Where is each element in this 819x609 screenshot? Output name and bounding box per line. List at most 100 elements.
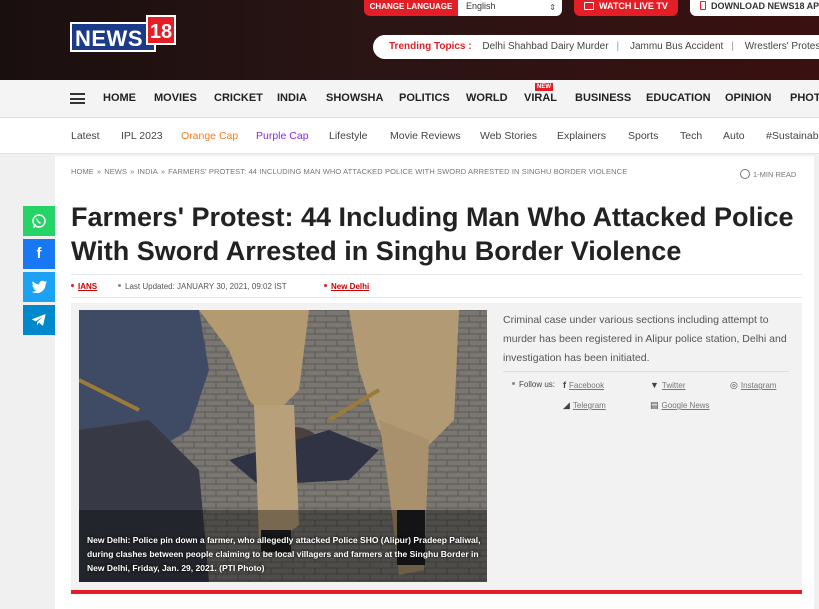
read-time-label: 1-MIN READ [753,170,797,179]
twitter-icon: ▼ [650,380,659,390]
location-name: New Delhi [331,282,370,291]
nav-item-viral-label: VIRAL [524,92,557,104]
breadcrumb: HOME» NEWS» INDIA» FARMERS' PROTEST: 44 INC… [71,167,627,176]
nav-item-world[interactable]: WORLD [466,92,508,104]
follow-us-text: Follow us: [519,380,556,389]
subnav-item-lifestyle[interactable]: Lifestyle [329,130,368,142]
last-updated: Last Updated: JANUARY 30, 2021, 09:02 IS… [118,282,287,291]
last-updated-value: JANUARY 30, 2021, 09:02 IST [177,282,287,291]
nav-item-movies[interactable]: MOVIES [154,92,197,104]
bullet-icon [71,284,74,287]
instagram-label: Instagram [740,381,777,390]
news18-logo[interactable]: NEWS 18 [70,15,176,53]
telegram-label: Telegram [572,401,606,410]
facebook-icon: f [563,380,566,390]
last-updated-label: Last Updated: [125,282,175,291]
trending-topics: Trending Topics : Delhi Shahbad Dairy Mu… [373,35,819,59]
updown-caret-icon: ⇕ [549,3,556,12]
change-language-label: CHANGE LANGUAGE [364,0,458,16]
logo-text: NEWS [70,22,156,52]
breadcrumb-separator: » [96,167,102,176]
nav-item-education[interactable]: EDUCATION [646,92,711,104]
logo-number: 18 [146,15,176,45]
trending-separator: | [731,41,734,52]
subnav-item-orange-cap[interactable]: Orange Cap [181,130,238,142]
follow-google-news-link[interactable]: ▤ Google News [650,400,710,411]
subnav-item-auto[interactable]: Auto [723,130,745,142]
watch-live-tv-button[interactable]: WATCH LIVE TV [574,0,678,16]
right-gutter [814,155,819,609]
bullet-icon [512,382,515,385]
follow-facebook-link[interactable]: f Facebook [563,380,604,390]
phone-icon [700,1,706,10]
author[interactable]: IANS [71,282,97,291]
follow-instagram-link[interactable]: ◎ Instagram [730,380,776,391]
subnav-item-purple-cap[interactable]: Purple Cap [256,130,309,142]
trending-separator: | [616,41,620,52]
language-select[interactable]: English ⇕ [458,0,562,16]
subnav-item-explainers[interactable]: Explainers [557,130,606,142]
follow-us: Follow us: f Facebook ▼ Twitter ◎ Instagram… [503,371,789,417]
article-photo[interactable]: New Delhi: Police pin down a farmer, who… [79,310,487,582]
nav-item-cricket[interactable]: CRICKET [214,92,263,104]
article-summary: Criminal case under various sections inc… [503,314,787,364]
article-headline: Farmers' Protest: 44 Including Man Who A… [71,202,794,266]
read-time: 1-MIN READ [740,169,796,179]
bullet-icon [118,284,121,287]
whatsapp-icon[interactable] [23,206,55,236]
breadcrumb-news[interactable]: NEWS [104,167,127,176]
top-header: NEWS 18 CHANGE LANGUAGE English ⇕ WATCH … [0,0,819,80]
google-news-icon: ▤ [650,400,659,410]
hamburger-menu-icon[interactable] [70,93,85,104]
trending-item[interactable]: Wrestlers' Protest [745,41,819,52]
instagram-icon: ◎ [730,380,738,390]
follow-twitter-link[interactable]: ▼ Twitter [650,380,685,390]
nav-item-viral[interactable]: NEW VIRAL [524,83,557,104]
bullet-icon [324,284,327,287]
section-divider [71,590,802,594]
sub-nav: Latest IPL 2023 Orange Cap Purple Cap Li… [0,118,819,154]
follow-telegram-link[interactable]: ◢ Telegram [563,400,606,411]
breadcrumb-current: FARMERS' PROTEST: 44 INCLUDING MAN WHO A… [168,167,628,176]
subnav-item-ipl-2023[interactable]: IPL 2023 [121,130,163,142]
clock-icon [740,169,750,179]
language-selected: English [466,1,496,11]
facebook-icon[interactable]: f [23,239,55,269]
tv-icon [584,2,594,10]
trending-item[interactable]: Jammu Bus Accident [630,41,723,52]
subnav-item-tech[interactable]: Tech [680,130,702,142]
download-app-label: DOWNLOAD NEWS18 APP [711,1,819,11]
trending-label: Trending Topics : [389,41,472,52]
trending-item[interactable]: Delhi Shahbad Dairy Murder [482,41,608,52]
nav-item-showsha[interactable]: SHOWSHA [326,92,383,104]
nav-item-home[interactable]: HOME [103,92,136,104]
subnav-item-sustainability[interactable]: #Sustainability [766,130,819,142]
facebook-label: Facebook [569,381,605,390]
follow-us-label: Follow us: [512,380,555,389]
twitter-icon[interactable] [23,272,55,302]
nav-item-photos[interactable]: PHOTOS [790,92,819,104]
article-meta: IANS Last Updated: JANUARY 30, 2021, 09:… [71,274,802,298]
subnav-item-latest[interactable]: Latest [71,130,100,142]
breadcrumb-separator: » [130,167,135,176]
subnav-item-movie-reviews[interactable]: Movie Reviews [390,130,461,142]
watch-live-label: WATCH LIVE TV [599,1,668,11]
telegram-icon[interactable] [23,305,55,335]
nav-item-politics[interactable]: POLITICS [399,92,450,104]
nav-item-opinion[interactable]: OPINION [725,92,771,104]
main-nav: HOME MOVIES CRICKET INDIA SHOWSHA POLITI… [0,80,819,118]
google-news-label: Google News [661,401,710,410]
social-share-rail: f [23,206,55,338]
nav-item-business[interactable]: BUSINESS [575,92,631,104]
download-app-button[interactable]: DOWNLOAD NEWS18 APP [690,0,819,16]
breadcrumb-separator: » [160,167,166,176]
subnav-item-sports[interactable]: Sports [628,130,658,142]
nav-item-india[interactable]: INDIA [277,92,307,104]
breadcrumb-india[interactable]: INDIA [137,167,158,176]
breadcrumb-home[interactable]: HOME [71,167,94,176]
telegram-icon: ◢ [563,400,570,410]
author-name: IANS [78,282,98,291]
location[interactable]: New Delhi [324,282,369,291]
subnav-item-web-stories[interactable]: Web Stories [480,130,537,142]
photo-caption: New Delhi: Police pin down a farmer, who… [87,535,481,573]
